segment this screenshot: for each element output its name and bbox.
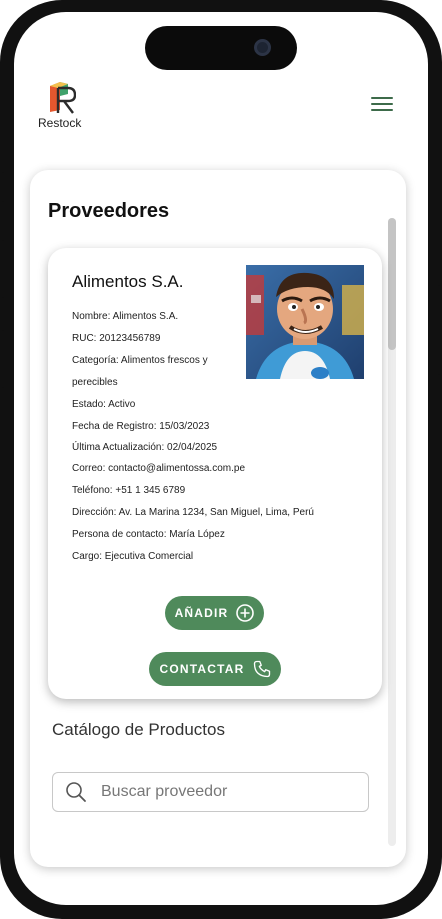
contact-button[interactable]: CONTACTAR [149,652,281,686]
hamburger-menu-icon[interactable] [371,97,393,113]
search-input[interactable] [101,783,331,801]
restock-logo-icon [50,82,76,114]
page-title: Proveedores [48,200,170,222]
detail-contact-person: Persona de contacto: María López [72,529,225,540]
supplier-name: Alimentos S.A. [72,272,184,291]
catalog-title: Catálogo de Productos [52,720,225,739]
detail-registered: Fecha de Registro: 15/03/2023 [72,421,210,432]
detail-updated: Última Actualización: 02/04/2025 [72,442,218,453]
detail-phone: Teléfono: +51 1 345 6789 [72,485,186,496]
add-button-label: AÑADIR [174,606,229,620]
volume-down-button [0,330,4,388]
phone-frame: Restock Proveedores Alimentos S.A. Nombr… [0,0,442,919]
supplier-card: Alimentos S.A. Nombre: Alimentos S.A. RU… [48,248,382,699]
search-field[interactable] [52,772,369,812]
detail-position: Cargo: Ejecutiva Comercial [72,551,194,562]
detail-status: Estado: Activo [72,399,136,410]
scrollbar[interactable] [388,218,396,846]
add-button[interactable]: AÑADIR [165,596,264,630]
detail-address: Dirección: Av. La Marina 1234, San Migue… [72,507,314,518]
search-icon [66,782,86,802]
plus-circle-icon [236,604,255,622]
suppliers-panel: Proveedores Alimentos S.A. Nombre: Alime… [30,170,406,867]
brand-logo[interactable]: Restock [38,80,94,130]
side-button [0,172,4,202]
detail-category: Categoría: Alimentos frescos y [72,355,208,366]
brand-name: Restock [38,116,82,130]
detail-name: Nombre: Alimentos S.A. [72,311,179,322]
volume-up-button [0,240,4,298]
power-button [438,285,442,375]
detail-email: Correo: contacto@alimentossa.com.pe [72,463,246,474]
phone-screen: Restock Proveedores Alimentos S.A. Nombr… [14,12,428,905]
detail-category-cont: perecibles [72,377,118,388]
phone-icon [253,660,270,678]
camera-icon [254,39,271,56]
dynamic-island [145,26,297,70]
contact-button-label: CONTACTAR [159,662,245,676]
supplier-details: Nombre: Alimentos S.A. RUC: 20123456789 … [72,306,342,568]
scrollbar-thumb[interactable] [388,218,396,350]
detail-ruc: RUC: 20123456789 [72,333,161,344]
